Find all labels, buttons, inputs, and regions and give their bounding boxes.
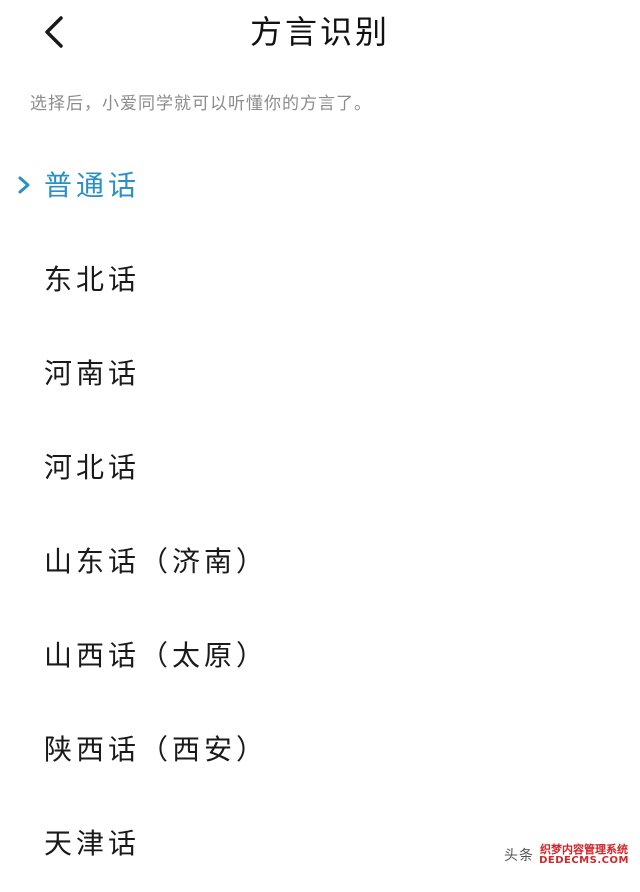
dialect-label: 陕西话（西安）	[44, 733, 269, 766]
dialect-item-henan[interactable]: 河南话	[0, 328, 640, 422]
dialect-label: 东北话	[44, 263, 141, 296]
header-bar: 方言识别	[0, 0, 640, 66]
dialect-label: 山东话（济南）	[44, 545, 269, 578]
watermark-site-en: DEDECMS.COM	[539, 855, 629, 866]
watermark-site-cn: 织梦内容管理系统	[538, 843, 630, 856]
dialect-item-shanxi[interactable]: 山西话（太原）	[0, 610, 640, 704]
description-text: 选择后，小爱同学就可以听懂你的方言了。	[30, 94, 372, 114]
watermark-brand: 头条	[504, 848, 534, 864]
watermark: 头条 织梦内容管理系统 DEDECMS.COM	[504, 840, 630, 870]
dialect-label: 河北话	[44, 451, 141, 484]
dialect-label: 天津话	[44, 827, 141, 860]
dialect-item-shaanxi[interactable]: 陕西话（西安）	[0, 704, 640, 798]
dialect-label: 山西话（太原）	[44, 639, 269, 672]
dialect-item-shandong[interactable]: 山东话（济南）	[0, 516, 640, 610]
dialect-label: 普通话	[44, 169, 141, 202]
selected-chevron-icon	[14, 174, 34, 196]
dialect-item-dongbei[interactable]: 东北话	[0, 234, 640, 328]
dialect-item-mandarin[interactable]: 普通话	[0, 140, 640, 234]
page-title: 方言识别	[249, 13, 390, 51]
dialect-label: 河南话	[44, 357, 141, 390]
dialect-item-hebei[interactable]: 河北话	[0, 422, 640, 516]
watermark-logo: 织梦内容管理系统 DEDECMS.COM	[538, 844, 630, 866]
